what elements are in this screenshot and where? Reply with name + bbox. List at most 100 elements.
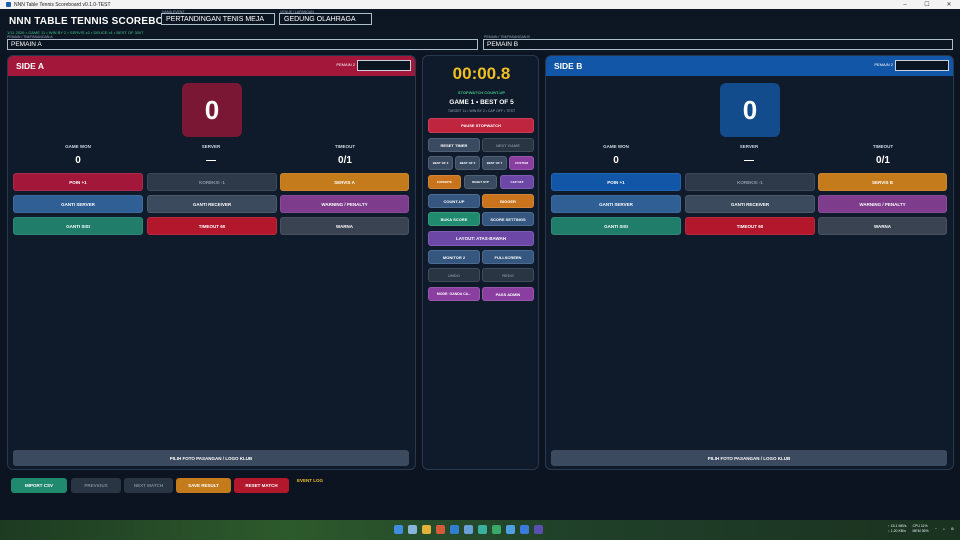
admin-pass-button[interactable]: PASS ADMIN xyxy=(482,287,534,301)
next-match-button[interactable]: NEXT MATCH xyxy=(124,478,173,493)
reset-timer-button[interactable]: RESET TIMER xyxy=(428,138,480,152)
import-csv-button[interactable]: IMPORT CSV xyxy=(11,478,67,493)
side-b-change-server-button[interactable]: GANTI SERVER xyxy=(551,195,681,213)
side-b-name: SIDE B xyxy=(554,61,583,71)
side-a-warning-button[interactable]: WARNING / PENALTY xyxy=(280,195,409,213)
side-a-partner-label: PEMAIN 2 xyxy=(336,62,355,67)
side-a-partner-input[interactable] xyxy=(357,60,411,71)
mode-button[interactable]: MODE: GANDA CA... xyxy=(428,287,480,301)
settings-icon[interactable]: ⚙ xyxy=(951,527,954,531)
side-a-score: 0 xyxy=(182,83,242,137)
redo-button[interactable]: REDO xyxy=(482,268,534,282)
side-a-change-server-button[interactable]: GANTI SERVER xyxy=(13,195,143,213)
reset-stp-button[interactable]: RESET STP xyxy=(464,175,497,189)
side-b-photo-button[interactable]: PILIH FOTO PASANGAN / LOGO KLUB xyxy=(551,450,947,466)
side-b-color-button[interactable]: WARNA xyxy=(818,217,947,235)
venue-field[interactable]: GEDUNG OLAHRAGA xyxy=(279,13,372,25)
side-b-partner-label: PEMAIN 2 xyxy=(874,62,893,67)
center-panel: 00:00.8 STOPWATCH COUNT-UP GAME 1 • BEST… xyxy=(422,55,539,470)
app-title: NNN TABLE TENNIS SCOREBOARD xyxy=(9,16,186,27)
bigger-button[interactable]: BIGGER xyxy=(482,194,534,208)
network-stats: ↑ 15.1 MB/s ↓ 1.20 KB/s xyxy=(888,524,906,534)
side-a-photo-button[interactable]: PILIH FOTO PASANGAN / LOGO KLUB xyxy=(13,450,409,466)
side-b-point-button[interactable]: POIN +1 xyxy=(551,173,681,191)
side-a-panel: SIDE A PEMAIN 2 0 GAME WON 0 SERVER — TI… xyxy=(7,55,416,470)
side-b-correct-button[interactable]: KOREKSI -1 xyxy=(685,173,815,191)
side-b-warning-button[interactable]: WARNING / PENALTY xyxy=(818,195,947,213)
player-a-field[interactable]: PEMAIN A xyxy=(7,39,478,50)
search-icon[interactable] xyxy=(408,525,417,534)
net-down: ↓ 1.20 KB/s xyxy=(887,529,906,533)
best-of-7-button[interactable]: BEST OF 7 xyxy=(482,156,507,170)
best-of-5-button[interactable]: BEST OF 5 xyxy=(455,156,480,170)
side-b-timeout-button[interactable]: TIMEOUT 60 xyxy=(685,217,815,235)
app-icon-2[interactable] xyxy=(492,525,501,534)
minimize-icon[interactable]: – xyxy=(894,2,916,8)
side-a-timeout-value: 0/1 xyxy=(338,155,352,166)
timer-mode: STOPWATCH COUNT-UP xyxy=(457,90,506,95)
event-log-label: EVENT LOG xyxy=(297,478,324,483)
file-explorer-icon[interactable] xyxy=(422,525,431,534)
app-icon-4[interactable] xyxy=(520,525,529,534)
cap-button[interactable]: CAP OFF xyxy=(500,175,534,189)
next-game-button[interactable]: NEXT GAME xyxy=(482,138,534,152)
mail-icon[interactable] xyxy=(464,525,473,534)
side-a-serve-button[interactable]: SERVIS A xyxy=(280,173,409,191)
side-a-name: SIDE A xyxy=(16,61,45,71)
side-b-panel: SIDE B PEMAIN 2 0 GAME WON 0 SERVER — TI… xyxy=(545,55,954,470)
app-icon-3[interactable] xyxy=(506,525,515,534)
side-b-change-side-button[interactable]: GANTI SISI xyxy=(551,217,681,235)
side-a-timeout-button[interactable]: TIMEOUT 60 xyxy=(147,217,277,235)
system-stats: CPU 11% MEM 36% xyxy=(912,524,928,534)
undo-button[interactable]: UNDO xyxy=(428,268,480,282)
wifi-icon[interactable]: ◔ xyxy=(935,527,937,531)
side-a-change-side-button[interactable]: GANTI SISI xyxy=(13,217,143,235)
side-b-partner-input[interactable] xyxy=(895,60,949,71)
best-of-3-button[interactable]: BEST OF 3 xyxy=(428,156,453,170)
side-a-game-won-value: 0 xyxy=(75,155,81,166)
side-a-server-value: — xyxy=(206,155,216,166)
timer-display: 00:00.8 xyxy=(452,64,511,83)
side-b-server-label: SERVER xyxy=(739,144,759,149)
open-score-button[interactable]: BUKA SCORE xyxy=(428,212,480,226)
save-result-button[interactable]: SAVE RESULT xyxy=(176,478,231,493)
side-a-server-label: SERVER xyxy=(201,144,221,149)
expedite-button[interactable]: EXPEDITE xyxy=(428,175,461,189)
previous-button[interactable]: PREVIOUS xyxy=(71,478,121,493)
count-up-button[interactable]: COUNT-UP xyxy=(428,194,480,208)
app-icon-1[interactable] xyxy=(478,525,487,534)
reset-match-button[interactable]: RESET MATCH xyxy=(234,478,289,493)
side-a-header: SIDE A PEMAIN 2 xyxy=(8,56,415,76)
pause-stopwatch-button[interactable]: PAUSE STOPWATCH xyxy=(428,118,534,133)
player-b-field[interactable]: PEMAIN B xyxy=(483,39,953,50)
score-settings-button[interactable]: SCORE SETTINGS xyxy=(482,212,534,226)
maximize-icon[interactable]: ☐ xyxy=(916,1,938,8)
side-b-serve-button[interactable]: SERVIS B xyxy=(818,173,947,191)
side-b-server-value: — xyxy=(744,155,754,166)
side-b-timeout-label: TIMEOUT xyxy=(872,144,894,149)
side-b-change-receiver-button[interactable]: GANTI RECEIVER xyxy=(685,195,815,213)
side-a-game-won-label: GAME WON xyxy=(65,144,91,149)
window-titlebar: NNN Table Tennis Scoreboard v0.1.0-TEST … xyxy=(0,0,960,9)
side-a-correct-button[interactable]: KOREKSI -1 xyxy=(147,173,277,191)
taskbar: ↑ 15.1 MB/s ↓ 1.20 KB/s CPU 11% MEM 36% … xyxy=(0,520,960,540)
event-field[interactable]: PERTANDINGAN TENIS MEJA xyxy=(161,13,275,25)
custom-button[interactable]: CUSTOM xyxy=(509,156,534,170)
game-status: GAME 1 • BEST OF 5 xyxy=(449,99,514,106)
edge-icon[interactable] xyxy=(450,525,459,534)
browser-icon[interactable] xyxy=(436,525,445,534)
windows-start-icon[interactable] xyxy=(394,525,403,534)
header: NNN TABLE TENNIS SCOREBOARD 1/11 2026 • … xyxy=(0,9,960,53)
side-b-header: SIDE B PEMAIN 2 xyxy=(546,56,953,76)
side-b-score: 0 xyxy=(720,83,780,137)
close-icon[interactable]: ✕ xyxy=(938,1,960,8)
side-a-point-button[interactable]: POIN +1 xyxy=(13,173,143,191)
side-a-color-button[interactable]: WARNA xyxy=(280,217,409,235)
side-b-game-won-value: 0 xyxy=(613,155,619,166)
side-a-change-receiver-button[interactable]: GANTI RECEIVER xyxy=(147,195,277,213)
monitor-button[interactable]: MONITOR 2 xyxy=(428,250,480,264)
layout-button[interactable]: LAYOUT: ATAS-BAWAH xyxy=(428,231,534,246)
scoreboard-app-icon[interactable] xyxy=(534,525,543,534)
fullscreen-button[interactable]: FULLSCREEN xyxy=(482,250,534,264)
volume-icon[interactable]: ◖ xyxy=(943,527,945,531)
